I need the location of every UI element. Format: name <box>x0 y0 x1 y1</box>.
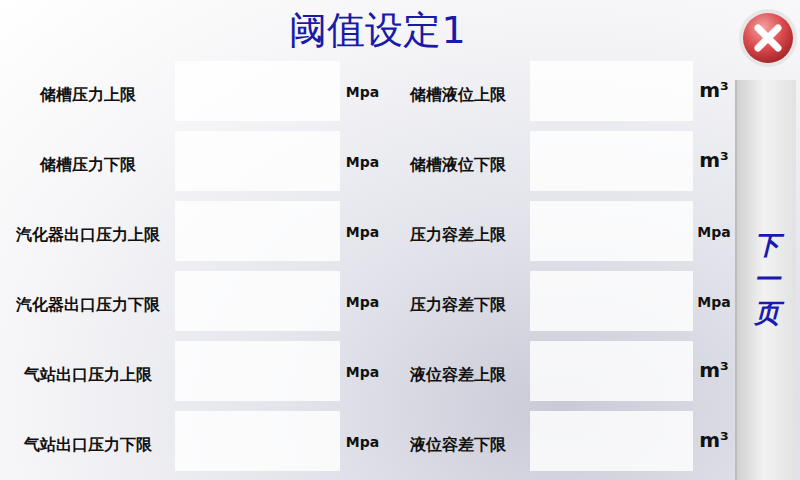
close-icon[interactable] <box>737 7 799 69</box>
field-label: 储槽液位下限 <box>385 130 530 200</box>
field-label: 压力容差上限 <box>385 200 530 270</box>
unit-label: Mpa <box>340 340 385 410</box>
value-field[interactable] <box>175 271 340 331</box>
unit-label: m³ <box>693 340 735 410</box>
field-label: 压力容差下限 <box>385 270 530 340</box>
value-field[interactable] <box>175 341 340 401</box>
value-field[interactable] <box>530 271 693 331</box>
main-panel: 阈值设定1储槽压力上限Mpa储槽液位上限m³储槽压力下限Mpa储槽液位下限m³汽… <box>0 0 735 480</box>
threshold-form: 储槽压力上限Mpa储槽液位上限m³储槽压力下限Mpa储槽液位下限m³汽化器出口压… <box>0 60 735 480</box>
field-label: 储槽压力上限 <box>0 60 175 130</box>
screen-title: 阈值设定1 <box>0 0 735 60</box>
field-label: 汽化器出口压力下限 <box>0 270 175 340</box>
threshold-screen: 阈值设定1储槽压力上限Mpa储槽液位上限m³储槽压力下限Mpa储槽液位下限m³汽… <box>0 0 800 480</box>
value-field[interactable] <box>175 201 340 261</box>
value-field[interactable] <box>530 341 693 401</box>
unit-label: Mpa <box>693 270 735 340</box>
value-field[interactable] <box>530 201 693 261</box>
unit-label: Mpa <box>340 270 385 340</box>
field-label: 气站出口压力上限 <box>0 340 175 410</box>
next-page-button[interactable]: 下一页 <box>735 80 796 480</box>
unit-label: m³ <box>693 410 735 480</box>
side-strip: 下一页 <box>735 0 800 480</box>
unit-label: Mpa <box>340 410 385 480</box>
unit-label: Mpa <box>693 200 735 270</box>
value-field[interactable] <box>175 61 340 121</box>
value-field[interactable] <box>530 411 693 471</box>
field-label: 储槽液位上限 <box>385 60 530 130</box>
field-label: 汽化器出口压力上限 <box>0 200 175 270</box>
field-label: 气站出口压力下限 <box>0 410 175 480</box>
unit-label: Mpa <box>340 130 385 200</box>
value-field[interactable] <box>175 411 340 471</box>
unit-label: Mpa <box>340 200 385 270</box>
field-label: 液位容差上限 <box>385 340 530 410</box>
field-label: 储槽压力下限 <box>0 130 175 200</box>
unit-label: m³ <box>693 130 735 200</box>
value-field[interactable] <box>530 61 693 121</box>
unit-label: m³ <box>693 60 735 130</box>
unit-label: Mpa <box>340 60 385 130</box>
close-area <box>735 0 800 76</box>
field-label: 液位容差下限 <box>385 410 530 480</box>
value-field[interactable] <box>175 131 340 191</box>
value-field[interactable] <box>530 131 693 191</box>
